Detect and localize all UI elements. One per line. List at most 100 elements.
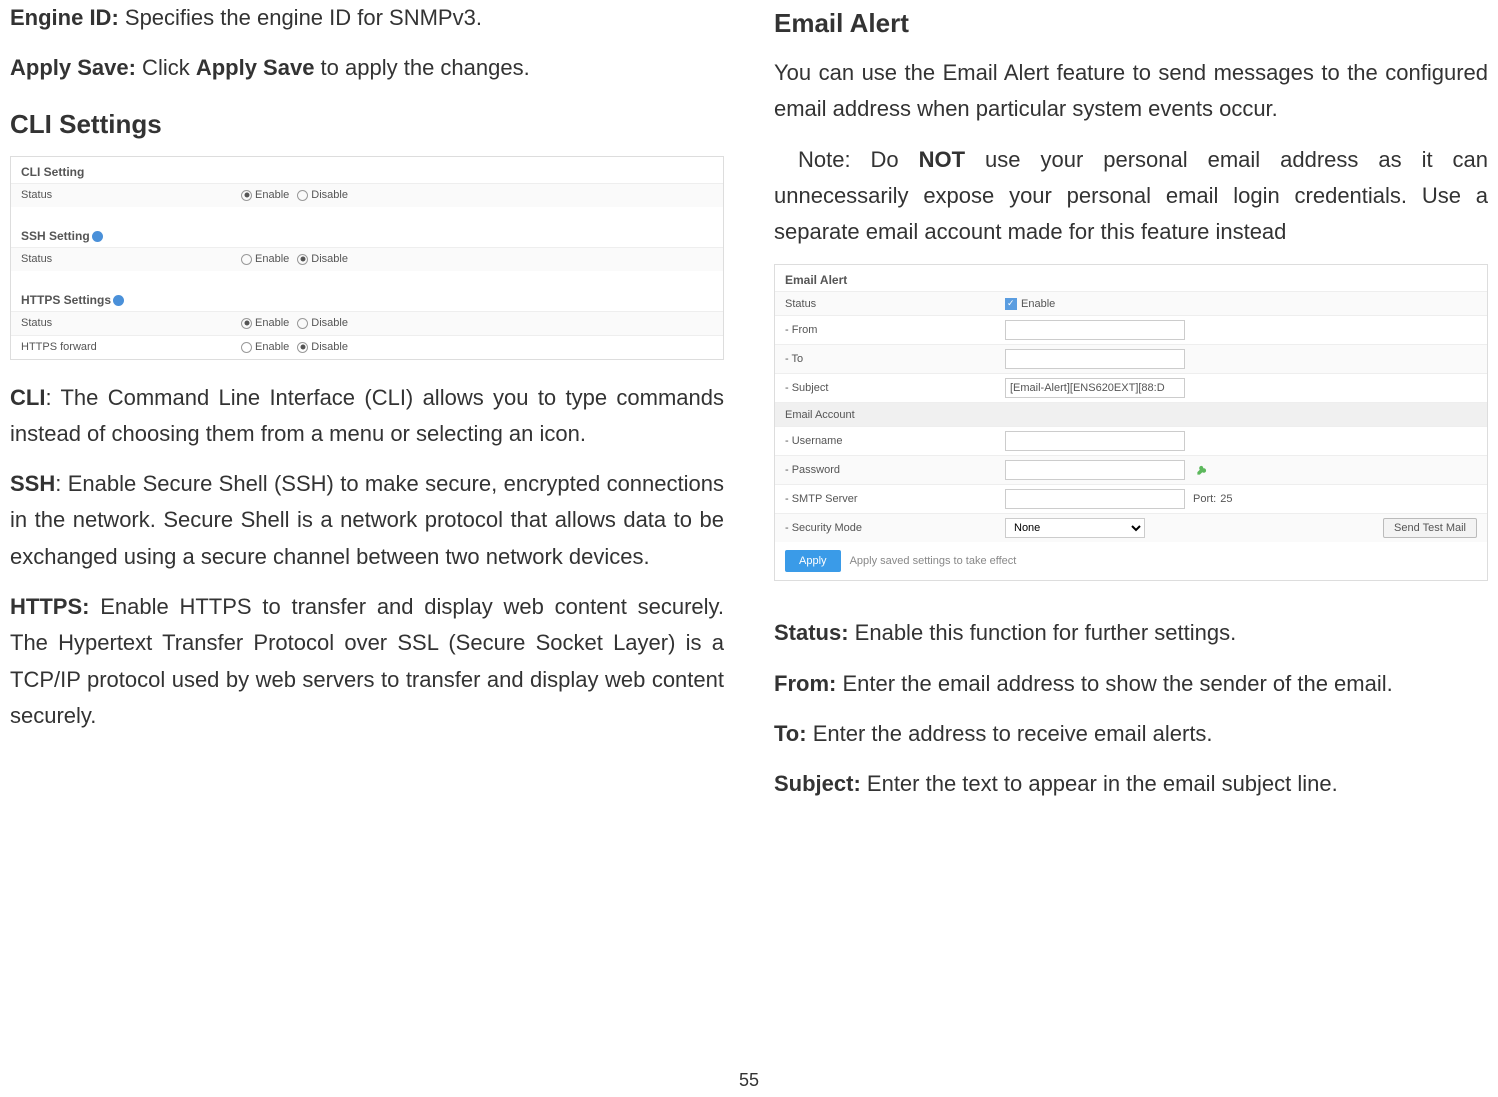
label-https-status: Status — [21, 317, 241, 329]
para-to-desc: To: Enter the address to receive email a… — [774, 716, 1488, 752]
para-apply-save: Apply Save: Click Apply Save to apply th… — [10, 50, 724, 86]
label-cli: CLI — [10, 385, 45, 410]
row-smtp: - SMTP Server Port: 25 — [775, 484, 1487, 513]
figure-cli-settings: CLI Setting Status Enable Disable SSH Se… — [10, 156, 724, 360]
label-port: Port: — [1193, 493, 1216, 505]
input-from[interactable] — [1005, 320, 1185, 340]
label-from-desc: From: — [774, 671, 836, 696]
info-icon[interactable] — [113, 295, 124, 306]
radio-label-cli-disable: Disable — [311, 189, 348, 201]
radio-httpsfwd-disable[interactable] — [297, 342, 308, 353]
text-apply-save-2: to apply the changes. — [314, 55, 529, 80]
input-username[interactable] — [1005, 431, 1185, 451]
label-subject: - Subject — [785, 382, 1005, 394]
row-apply: Apply Apply saved settings to take effec… — [775, 542, 1487, 580]
label-apply-save: Apply Save: — [10, 55, 136, 80]
row-to: - To — [775, 344, 1487, 373]
note-bold: NOT — [919, 147, 965, 172]
text-from-desc: Enter the email address to show the send… — [836, 671, 1392, 696]
label-subject-desc: Subject: — [774, 771, 861, 796]
label-engine-id: Engine ID: — [10, 5, 119, 30]
section-email-alert: Email Alert — [775, 265, 1487, 291]
label-username: - Username — [785, 435, 1005, 447]
row-email-account: Email Account — [775, 402, 1487, 426]
para-cli-desc: CLI: The Command Line Interface (CLI) al… — [10, 380, 724, 453]
note-text-1: Note: Do — [798, 147, 919, 172]
row-subject: - Subject — [775, 373, 1487, 402]
para-email-intro: You can use the Email Alert feature to s… — [774, 55, 1488, 128]
checkbox-email-enable[interactable] — [1005, 298, 1017, 310]
page-number: 55 — [739, 1070, 759, 1091]
info-icon[interactable] — [92, 231, 103, 242]
row-username: - Username — [775, 426, 1487, 455]
radio-https-disable[interactable] — [297, 318, 308, 329]
para-https-desc: HTTPS: Enable HTTPS to transfer and disp… — [10, 589, 724, 734]
text-ssh: : Enable Secure Shell (SSH) to make secu… — [10, 471, 724, 569]
input-smtp[interactable] — [1005, 489, 1185, 509]
text-https: Enable HTTPS to transfer and display web… — [10, 594, 724, 728]
radio-cli-enable[interactable] — [241, 190, 252, 201]
row-from: - From — [775, 315, 1487, 344]
radio-label-https-disable: Disable — [311, 317, 348, 329]
radio-httpsfwd-enable[interactable] — [241, 342, 252, 353]
label-ssh-status: Status — [21, 253, 241, 265]
radio-ssh-enable[interactable] — [241, 254, 252, 265]
checkbox-label-enable: Enable — [1021, 298, 1055, 310]
heading-cli-settings: CLI Settings — [10, 109, 724, 140]
apply-button[interactable]: Apply — [785, 550, 841, 572]
section-ssh-setting: SSH Setting — [11, 221, 723, 247]
para-from-desc: From: Enter the email address to show th… — [774, 666, 1488, 702]
text-engine-id: Specifies the engine ID for SNMPv3. — [119, 5, 482, 30]
row-ssh-status: Status Enable Disable — [11, 247, 723, 271]
label-to: - To — [785, 353, 1005, 365]
figure-email-alert: Email Alert Status Enable - From - To - … — [774, 264, 1488, 581]
apply-hint: Apply saved settings to take effect — [850, 555, 1017, 567]
row-security: - Security Mode None Send Test Mail — [775, 513, 1487, 542]
row-https-status: Status Enable Disable — [11, 311, 723, 335]
label-to-desc: To: — [774, 721, 807, 746]
label-from: - From — [785, 324, 1005, 336]
label-status-desc: Status: — [774, 620, 849, 645]
label-password: - Password — [785, 464, 1005, 476]
radio-label-https-enable: Enable — [255, 317, 289, 329]
select-security[interactable]: None — [1005, 518, 1145, 538]
radio-https-enable[interactable] — [241, 318, 252, 329]
para-ssh-desc: SSH: Enable Secure Shell (SSH) to make s… — [10, 466, 724, 575]
key-icon[interactable] — [1196, 465, 1207, 476]
label-smtp: - SMTP Server — [785, 493, 1005, 505]
row-password: - Password — [775, 455, 1487, 484]
input-subject[interactable] — [1005, 378, 1185, 398]
radio-cli-disable[interactable] — [297, 190, 308, 201]
text-apply-save-1: Click — [136, 55, 196, 80]
para-engine-id: Engine ID: Specifies the engine ID for S… — [10, 0, 724, 36]
input-to[interactable] — [1005, 349, 1185, 369]
section-https-settings: HTTPS Settings — [11, 285, 723, 311]
row-cli-status: Status Enable Disable — [11, 183, 723, 207]
text-cli: : The Command Line Interface (CLI) allow… — [10, 385, 724, 446]
para-status-desc: Status: Enable this function for further… — [774, 615, 1488, 651]
ssh-title-text: SSH Setting — [21, 229, 90, 243]
label-cli-status: Status — [21, 189, 241, 201]
row-email-status: Status Enable — [775, 291, 1487, 315]
text-apply-save-bold: Apply Save — [196, 55, 315, 80]
radio-label-cli-enable: Enable — [255, 189, 289, 201]
https-title-text: HTTPS Settings — [21, 293, 111, 307]
radio-label-ssh-enable: Enable — [255, 253, 289, 265]
radio-label-httpsfwd-disable: Disable — [311, 341, 348, 353]
section-cli-setting: CLI Setting — [11, 157, 723, 183]
para-subject-desc: Subject: Enter the text to appear in the… — [774, 766, 1488, 802]
label-ssh: SSH — [10, 471, 55, 496]
text-subject-desc: Enter the text to appear in the email su… — [861, 771, 1338, 796]
label-https-forward: HTTPS forward — [21, 341, 241, 353]
input-password[interactable] — [1005, 460, 1185, 480]
label-security: - Security Mode — [785, 522, 1005, 534]
radio-ssh-disable[interactable] — [297, 254, 308, 265]
text-status-desc: Enable this function for further setting… — [849, 620, 1237, 645]
label-email-account: Email Account — [785, 409, 1005, 421]
send-test-mail-button[interactable]: Send Test Mail — [1383, 518, 1477, 538]
text-to-desc: Enter the address to receive email alert… — [807, 721, 1213, 746]
row-https-forward: HTTPS forward Enable Disable — [11, 335, 723, 359]
label-https: HTTPS: — [10, 594, 89, 619]
radio-label-ssh-disable: Disable — [311, 253, 348, 265]
value-port: 25 — [1220, 493, 1232, 505]
